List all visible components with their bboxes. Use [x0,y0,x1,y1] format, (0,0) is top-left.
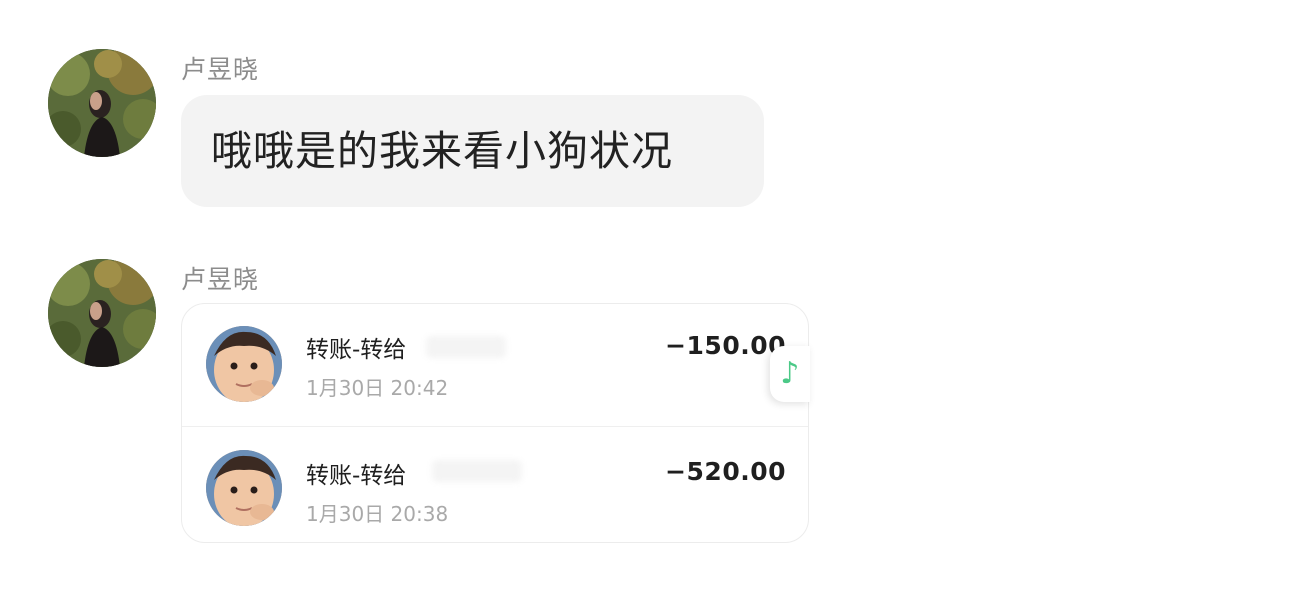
transfer-row[interactable]: 转账-转给 1月30日 20:38 −520.00 [182,426,810,544]
transfer-time: 1月30日 20:38 [306,502,449,526]
redacted-recipient [432,460,522,482]
redacted-recipient [426,336,506,358]
recipient-avatar [206,326,282,402]
music-note-icon[interactable]: ♪ [770,346,810,402]
transfer-row[interactable]: 转账-转给 1月30日 20:42 −150.00 ♪ [182,304,810,422]
sender-name: 卢昱晓 [181,265,260,294]
transfer-time: 1月30日 20:42 [306,376,449,400]
sender-name: 卢昱晓 [181,55,260,84]
sender-avatar[interactable] [48,259,156,367]
sender-avatar[interactable] [48,49,156,157]
recipient-avatar [206,450,282,526]
transfer-history-card[interactable]: 转账-转给 1月30日 20:42 −150.00 ♪ 转账-转给 1月30日 … [181,303,810,544]
transfer-amount: −520.00 [665,457,786,486]
transfer-title: 转账-转给 [306,337,407,363]
chat-view: 卢昱晓 哦哦是的我来看小狗状况 卢昱晓 转账-转给 1月30日 20:42 −1… [0,0,1290,594]
message-bubble[interactable]: 哦哦是的我来看小狗状况 [181,95,764,207]
transfer-amount: −150.00 [665,331,786,360]
transfer-title: 转账-转给 [306,463,407,489]
